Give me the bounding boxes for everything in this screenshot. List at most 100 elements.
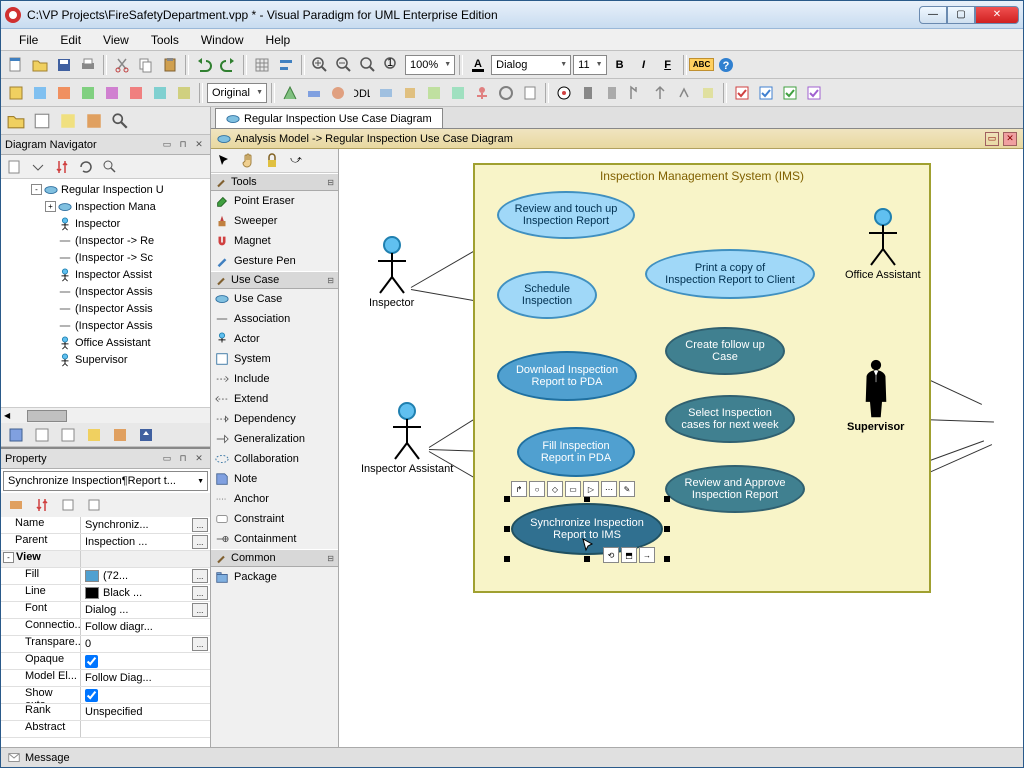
- tree-node[interactable]: Office Assistant: [3, 334, 208, 351]
- property-row[interactable]: Show exte...: [1, 687, 210, 704]
- tb2-24[interactable]: [625, 82, 647, 104]
- nav-find-icon[interactable]: [99, 156, 121, 178]
- tb2-3[interactable]: [53, 82, 75, 104]
- prop-i6[interactable]: [135, 424, 157, 446]
- tb2-31[interactable]: [803, 82, 825, 104]
- property-row[interactable]: -View: [1, 551, 210, 568]
- actor-supervisor[interactable]: Supervisor: [847, 359, 904, 433]
- property-row[interactable]: LineBlack ......: [1, 585, 210, 602]
- palette-item-anchor[interactable]: Anchor: [211, 489, 338, 509]
- diagram-canvas[interactable]: Inspection Management System (IMS) Inspe…: [339, 149, 1023, 747]
- usecase-print-copy[interactable]: Print a copy of Inspection Report to Cli…: [645, 249, 815, 299]
- tb2-6[interactable]: [125, 82, 147, 104]
- redo-button[interactable]: [217, 54, 239, 76]
- tb2-29[interactable]: [755, 82, 777, 104]
- tree-node[interactable]: (Inspector Assis: [3, 300, 208, 317]
- nav-refresh-icon[interactable]: [75, 156, 97, 178]
- nav-folder-icon[interactable]: [5, 110, 27, 132]
- nav-sort-icon[interactable]: [51, 156, 73, 178]
- tb2-14[interactable]: [375, 82, 397, 104]
- tree-node[interactable]: (Inspector Assis: [3, 283, 208, 300]
- palette-item-eraser[interactable]: Point Eraser: [211, 191, 338, 211]
- usecase-select-week[interactable]: Select Inspection cases for next week: [665, 395, 795, 443]
- align-button[interactable]: [275, 54, 297, 76]
- tb2-8[interactable]: [173, 82, 195, 104]
- menu-edit[interactable]: Edit: [50, 31, 91, 49]
- prop-cat-icon[interactable]: [5, 494, 27, 516]
- fontsize-combo[interactable]: 11: [573, 55, 606, 75]
- italic-button[interactable]: I: [633, 54, 655, 76]
- palette-item-sweeper[interactable]: Sweeper: [211, 211, 338, 231]
- property-more-button[interactable]: ...: [192, 518, 208, 532]
- diagram-close-icon[interactable]: ✕: [1003, 132, 1017, 146]
- prop-sort-icon[interactable]: [31, 494, 53, 516]
- tb2-30[interactable]: [779, 82, 801, 104]
- tb2-12[interactable]: [327, 82, 349, 104]
- font-color-button[interactable]: A: [467, 54, 489, 76]
- maximize-button[interactable]: ▢: [947, 6, 975, 24]
- menu-window[interactable]: Window: [191, 31, 254, 49]
- tb2-7[interactable]: [149, 82, 171, 104]
- property-row[interactable]: NameSynchroniz......: [1, 517, 210, 534]
- prop-down-icon[interactable]: [83, 494, 105, 516]
- prop-i4[interactable]: [83, 424, 105, 446]
- tree-node[interactable]: Inspector: [3, 215, 208, 232]
- tb2-2[interactable]: [29, 82, 51, 104]
- hand-tool[interactable]: [237, 150, 259, 172]
- tree-hscroll[interactable]: ◀: [1, 407, 210, 423]
- tb2-22[interactable]: [577, 82, 599, 104]
- tb2-21[interactable]: [553, 82, 575, 104]
- rc-icon-8[interactable]: ⟲: [603, 547, 619, 563]
- zoom100-button[interactable]: 1: [381, 54, 403, 76]
- spellcheck-button[interactable]: ABC: [691, 54, 713, 76]
- tb2-16[interactable]: [423, 82, 445, 104]
- prop-grid-icon[interactable]: [5, 424, 27, 446]
- tree-node[interactable]: (Inspector -> Sc: [3, 249, 208, 266]
- palette-item-usecase[interactable]: Use Case: [211, 289, 338, 309]
- tb2-4[interactable]: [77, 82, 99, 104]
- property-row[interactable]: Transpare...0...: [1, 636, 210, 653]
- scroll-thumb[interactable]: [27, 410, 67, 422]
- palette-item-extend[interactable]: Extend: [211, 389, 338, 409]
- navigator-restore-icon[interactable]: ▭: [160, 138, 174, 152]
- tb2-27[interactable]: [697, 82, 719, 104]
- lock-tool[interactable]: [261, 150, 283, 172]
- property-more-button[interactable]: ...: [192, 535, 208, 549]
- property-checkbox[interactable]: [85, 689, 98, 702]
- actor-inspector[interactable]: Inspector: [369, 235, 414, 309]
- grid-button[interactable]: [251, 54, 273, 76]
- menu-file[interactable]: File: [9, 31, 48, 49]
- cut-button[interactable]: [111, 54, 133, 76]
- tb2-19[interactable]: [495, 82, 517, 104]
- property-more-button[interactable]: ...: [192, 603, 208, 617]
- palette-item-collab[interactable]: Collaboration: [211, 449, 338, 469]
- property-row[interactable]: Opaque: [1, 653, 210, 670]
- tb2-15[interactable]: [399, 82, 421, 104]
- nav-orm-icon[interactable]: [83, 110, 105, 132]
- usecase-review-approve[interactable]: Review and Approve Inspection Report: [665, 465, 805, 513]
- usecase-schedule[interactable]: Schedule Inspection: [497, 271, 597, 319]
- property-pin-icon[interactable]: ⊓: [176, 452, 190, 466]
- navigator-pin-icon[interactable]: ⊓: [176, 138, 190, 152]
- rc-icon-9[interactable]: ⬒: [621, 547, 637, 563]
- usecase-review-touchup[interactable]: Review and touch up Inspection Report: [497, 191, 635, 239]
- copy-button[interactable]: [135, 54, 157, 76]
- print-button[interactable]: [77, 54, 99, 76]
- help-button[interactable]: ?: [715, 54, 737, 76]
- tb2-20[interactable]: [519, 82, 541, 104]
- palette-item-package[interactable]: Package: [211, 567, 338, 587]
- property-restore-icon[interactable]: ▭: [160, 452, 174, 466]
- menu-help[interactable]: Help: [256, 31, 301, 49]
- save-button[interactable]: [53, 54, 75, 76]
- rc-icon-3[interactable]: ◇: [547, 481, 563, 497]
- nav-search-icon[interactable]: [109, 110, 131, 132]
- property-row[interactable]: Model El...Follow Diag...: [1, 670, 210, 687]
- rc-icon-6[interactable]: ⋯: [601, 481, 617, 497]
- tree-node[interactable]: +Inspection Mana: [3, 198, 208, 215]
- property-more-button[interactable]: ...: [192, 569, 208, 583]
- tb2-28[interactable]: [731, 82, 753, 104]
- open-button[interactable]: [29, 54, 51, 76]
- property-grid[interactable]: NameSynchroniz......ParentInspection ...…: [1, 517, 210, 747]
- zoomin-button[interactable]: [309, 54, 331, 76]
- tb2-25[interactable]: [649, 82, 671, 104]
